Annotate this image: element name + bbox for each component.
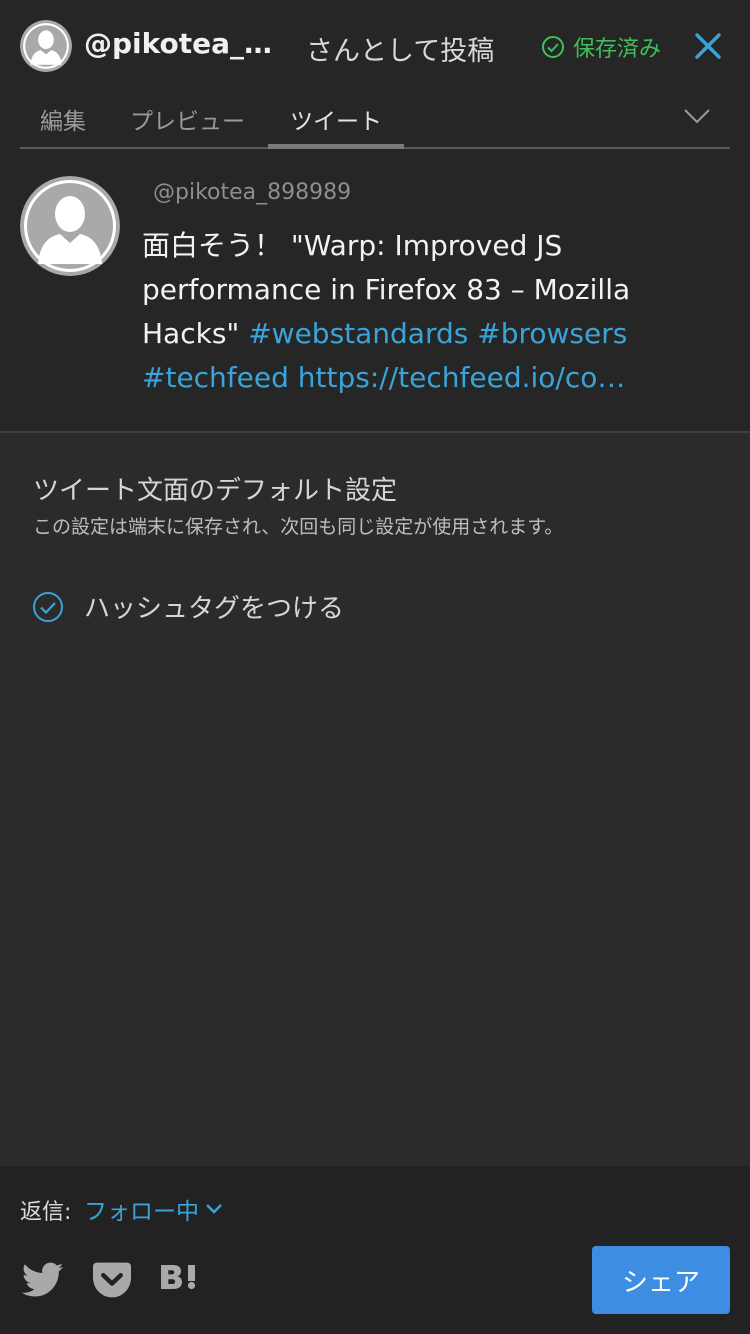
tweet-text-line: 面白そう！ "Warp: Improved JS — [142, 229, 563, 262]
user-avatar — [20, 20, 72, 72]
hatena-bookmark-share-button[interactable] — [158, 1260, 200, 1300]
tweet-preview-area: @pikotea_898989 さんとして投稿 保存済み 編集 プレビュー ツイ… — [0, 0, 750, 433]
close-button[interactable] — [688, 26, 728, 66]
tweet-url-link[interactable]: https://techfeed.io/co… — [298, 361, 626, 394]
hatena-bookmark-icon — [161, 1265, 196, 1290]
hashtag-link[interactable]: #techfeed — [142, 361, 289, 394]
check-circle-icon — [542, 36, 564, 58]
tab-preview[interactable]: プレビュー — [130, 102, 245, 136]
hashtag-option-checkbox[interactable]: ハッシュタグをつける — [32, 588, 344, 625]
tweet-text-line: Hacks" #webstandards #browsers — [142, 312, 702, 356]
defaults-section-note: この設定は端末に保存され、次回も同じ設定が使用されます。 — [33, 516, 564, 538]
tweet-text: 面白そう！ "Warp: Improved JS performance in … — [142, 224, 702, 400]
active-tab-indicator — [268, 144, 404, 149]
tweet-text-line: performance in Firefox 83 – Mozilla — [142, 273, 631, 306]
post-header: @pikotea_898989 さんとして投稿 保存済み — [0, 0, 750, 90]
defaults-section-title: ツイート文面のデフォルト設定 — [33, 476, 398, 506]
tab-edit[interactable]: 編集 — [40, 102, 86, 136]
username: @pikotea_898989 — [84, 27, 289, 60]
saved-label: 保存済み — [573, 37, 662, 62]
share-footer: 返信: フォロー中 シェア — [0, 1166, 750, 1334]
saved-status: 保存済み — [541, 31, 661, 63]
pocket-icon — [93, 1262, 131, 1298]
reply-audience-select[interactable]: フォロー中 — [84, 1192, 223, 1226]
tweet-handle: @pikotea_898989 — [153, 180, 352, 205]
twitter-icon — [22, 1262, 64, 1297]
tweet-text-line: #techfeed https://techfeed.io/co… — [142, 356, 702, 400]
tab-bar: 編集 プレビュー ツイート — [20, 90, 730, 149]
tweet-avatar — [20, 176, 120, 276]
post-as-label: さんとして投稿 — [306, 36, 495, 67]
reply-label: 返信: — [20, 1200, 72, 1225]
share-button[interactable]: シェア — [592, 1246, 730, 1314]
close-icon — [695, 33, 721, 59]
hashtag-option-label: ハッシュタグをつける — [84, 594, 345, 624]
tweet-text-plain: Hacks" — [142, 317, 249, 350]
reply-audience-value: フォロー中 — [84, 1199, 199, 1225]
chevron-down-icon[interactable] — [682, 106, 712, 126]
twitter-share-button[interactable] — [22, 1260, 64, 1300]
check-circle-icon — [33, 591, 63, 622]
hashtag-link[interactable]: #webstandards — [248, 317, 468, 350]
hashtag-link[interactable]: #browsers — [477, 317, 627, 350]
tab-tweet[interactable]: ツイート — [290, 102, 382, 136]
pocket-share-button[interactable] — [91, 1260, 133, 1300]
chevron-down-icon — [206, 1204, 222, 1214]
